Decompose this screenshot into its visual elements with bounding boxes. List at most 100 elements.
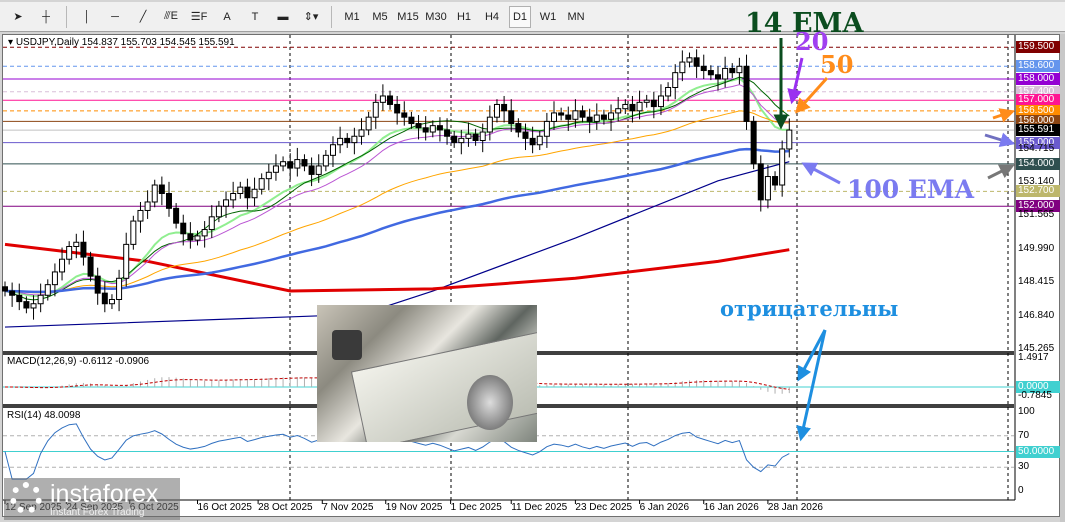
- ma-line-ma-200: [4, 242, 790, 293]
- price-tick: 148.415: [1018, 276, 1055, 288]
- candle-bear: [600, 114, 607, 120]
- candle-bear: [9, 290, 16, 296]
- candle-bear: [180, 222, 187, 235]
- candle-bear: [387, 95, 394, 105]
- candle-bull: [280, 161, 287, 167]
- candle-bull: [351, 135, 358, 144]
- candle-bear: [87, 256, 94, 277]
- candle-bear: [187, 233, 194, 241]
- candle-bear: [501, 103, 508, 112]
- candle-bull: [294, 159, 301, 169]
- currency-photo: [317, 305, 537, 442]
- candle-bull: [465, 133, 472, 139]
- annotation-negative: отрицательны: [720, 296, 899, 321]
- ma-line-ema-100: [4, 147, 790, 294]
- date-label: 7 Nov 2025: [322, 502, 374, 513]
- annotation-100-ema: 100 EMA: [847, 175, 975, 204]
- candle-bull: [123, 243, 130, 279]
- price-tick: 154.715: [1018, 142, 1055, 154]
- candle-bull: [493, 103, 500, 118]
- candle-bull: [66, 245, 73, 260]
- candle-bull: [137, 209, 144, 222]
- rsi-axis-label: 50.0000: [1016, 445, 1060, 458]
- date-label: 16 Jan 2026: [703, 502, 759, 513]
- price-level-label: 159.500: [1016, 41, 1060, 54]
- price-level-label: 158.000: [1016, 73, 1060, 86]
- candle-bull: [315, 165, 322, 175]
- candle-bull: [551, 112, 558, 122]
- macd-axis-label: -0.7845: [1018, 390, 1052, 401]
- candle-bull: [679, 61, 686, 74]
- price-level-label: 158.600: [1016, 60, 1060, 73]
- candle-bear: [750, 120, 757, 165]
- candle-bull: [151, 184, 158, 203]
- logo-tagline: Instant Forex Trading: [50, 507, 145, 518]
- candle-bear: [94, 275, 101, 294]
- candle-bear: [308, 165, 315, 175]
- rsi-axis-label: 0: [1018, 485, 1024, 496]
- photo-dollar-bill: [350, 330, 537, 442]
- candle-bull: [51, 271, 58, 286]
- candle-bear: [173, 207, 180, 224]
- candle-bull: [593, 114, 600, 122]
- candle-bear: [522, 131, 529, 139]
- candle-bull: [786, 129, 793, 150]
- macd-axis-label: 1.4917: [1018, 352, 1049, 363]
- candle-bear: [422, 127, 429, 133]
- candle-bull: [194, 235, 201, 241]
- candle-bear: [515, 123, 522, 133]
- candle-bull: [665, 86, 672, 97]
- candle-bull: [736, 65, 743, 74]
- candle-bull: [672, 72, 679, 88]
- candle-bull: [208, 216, 215, 231]
- candle-bear: [558, 112, 565, 116]
- candle-bull: [116, 277, 123, 300]
- photo-portrait: [467, 375, 513, 430]
- candle-bear: [757, 163, 764, 201]
- date-label: 16 Oct 2025: [197, 502, 252, 513]
- candle-bull: [379, 95, 386, 103]
- candle-bull: [251, 188, 258, 199]
- candle-bull: [223, 199, 230, 207]
- candle-bear: [16, 294, 23, 303]
- candle-bull: [108, 298, 115, 305]
- candle-bull: [615, 108, 622, 114]
- price-tick: 146.840: [1018, 309, 1055, 321]
- date-label: 28 Jan 2026: [767, 502, 823, 513]
- candle-bear: [700, 65, 707, 72]
- candle-bull: [144, 201, 151, 211]
- date-label: 19 Nov 2025: [385, 502, 443, 513]
- candle-bull: [429, 125, 436, 133]
- rsi-axis-label: 100: [1018, 406, 1035, 417]
- candle-bull: [608, 112, 615, 120]
- candle-bear: [444, 129, 451, 137]
- candle-bear: [743, 65, 750, 122]
- candle-bear: [451, 135, 458, 144]
- candle-bull: [643, 99, 650, 103]
- candle-bull: [237, 186, 244, 194]
- candle-bear: [529, 137, 536, 146]
- candle-bull: [686, 57, 693, 63]
- candle-bull: [322, 154, 329, 167]
- candle-bear: [165, 192, 172, 209]
- candle-bull: [636, 101, 643, 112]
- candle-bear: [693, 57, 700, 67]
- rsi-axis-label: 70: [1018, 429, 1030, 441]
- date-label: 23 Dec 2025: [575, 502, 633, 513]
- price-tick: 149.990: [1018, 242, 1055, 254]
- candle-bull: [73, 241, 80, 247]
- candle-bear: [23, 301, 30, 309]
- price-level-label: 154.000: [1016, 157, 1060, 170]
- candle-bear: [287, 161, 294, 169]
- symbol-ohlc-label: USDJPY,Daily 154.837 155.703 154.545 155…: [15, 37, 235, 48]
- rsi-label: RSI(14) 48.0098: [7, 410, 81, 421]
- candle-bear: [650, 99, 657, 108]
- candle-bull: [572, 110, 579, 120]
- logo-name: instaforex: [50, 480, 159, 508]
- candle-bull: [258, 178, 265, 190]
- candle-bear: [101, 292, 108, 305]
- instaforex-logo: instaforex Instant Forex Trading: [4, 478, 180, 520]
- candle-bull: [230, 192, 237, 201]
- candle-bull: [265, 171, 272, 180]
- candle-bull: [779, 148, 786, 186]
